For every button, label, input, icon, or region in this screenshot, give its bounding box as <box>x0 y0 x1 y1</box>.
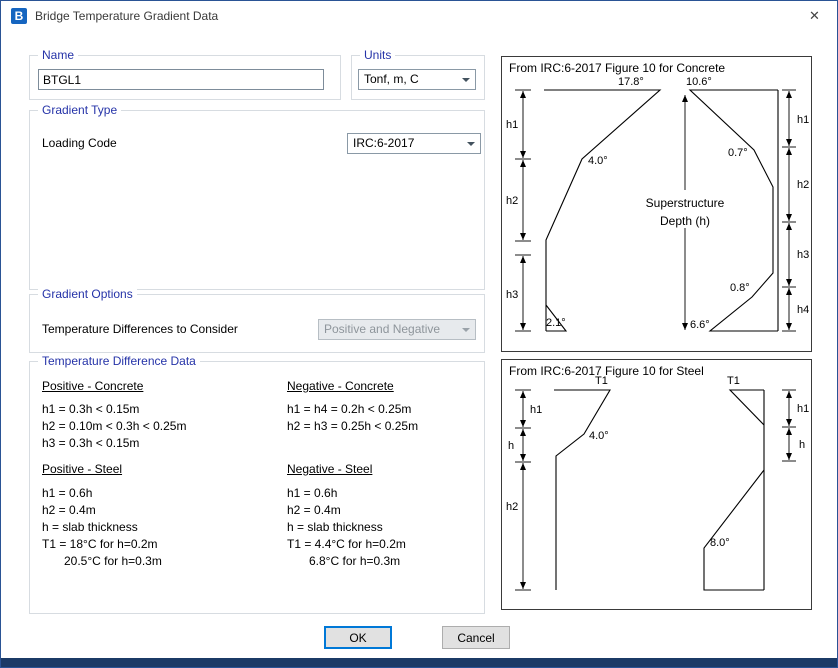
text-line: h2 = 0.4m <box>42 502 162 519</box>
units-dropdown-value: Tonf, m, C <box>364 72 419 86</box>
ok-button[interactable]: OK <box>324 626 392 649</box>
gradient-type-group-label: Gradient Type <box>38 103 121 117</box>
temp-label: 6.6° <box>690 319 710 331</box>
concrete-positive-profile <box>544 90 660 331</box>
center-label: Depth (h) <box>660 214 710 228</box>
steel-left-dimensions <box>515 390 531 590</box>
temp-label: T1 <box>727 375 740 387</box>
text-line: h2 = 0.4m <box>287 502 406 519</box>
dim-label: h1 <box>506 119 518 131</box>
temp-label: 0.7° <box>728 147 748 159</box>
negative-steel-heading: Negative - Steel <box>287 462 372 476</box>
chevron-down-icon <box>467 142 475 146</box>
dim-label: h3 <box>506 289 518 301</box>
steel-negative-profile <box>704 390 764 590</box>
temp-label: 4.0° <box>589 430 609 442</box>
concrete-right-dimensions <box>782 90 796 331</box>
text-line: T1 = 4.4°C for h=0.2m <box>287 536 406 553</box>
dim-label: h <box>508 440 514 452</box>
text-line: h2 = 0.10m < 0.3h < 0.25m <box>42 418 186 435</box>
text-line: h1 = h4 = 0.2h < 0.25m <box>287 401 418 418</box>
temp-label: 2.1° <box>546 317 566 329</box>
negative-steel-lines: h1 = 0.6h h2 = 0.4m h = slab thickness T… <box>287 485 406 570</box>
units-dropdown[interactable]: Tonf, m, C <box>358 69 476 90</box>
concrete-diagram-panel: From IRC:6-2017 Figure 10 for Concrete h… <box>501 56 812 352</box>
dim-label: h1 <box>797 403 809 415</box>
name-group: Name <box>29 55 341 100</box>
screenshot-stage: B Bridge Temperature Gradient Data ✕ Nam… <box>0 0 838 668</box>
loading-code-dropdown[interactable]: IRC:6-2017 <box>347 133 481 154</box>
temp-label: 8.0° <box>710 537 730 549</box>
text-line: 6.8°C for h=0.3m <box>287 553 406 570</box>
loading-code-dropdown-value: IRC:6-2017 <box>353 136 414 150</box>
negative-concrete-lines: h1 = h4 = 0.2h < 0.25m h2 = h3 = 0.25h <… <box>287 401 418 435</box>
text-line: h = slab thickness <box>42 519 162 536</box>
name-group-label: Name <box>38 48 78 62</box>
temp-label: T1 <box>595 375 608 387</box>
text-line: h1 = 0.3h < 0.15m <box>42 401 186 418</box>
text-line: h1 = 0.6h <box>287 485 406 502</box>
cancel-button[interactable]: Cancel <box>442 626 510 649</box>
title-bar: B Bridge Temperature Gradient Data ✕ <box>1 1 837 31</box>
units-group-label: Units <box>360 48 395 62</box>
gradient-options-group-label: Gradient Options <box>38 287 137 301</box>
steel-diagram: h1 h h2 T1 4.0° T1 8.0° <box>502 360 811 609</box>
concrete-diagram: h1 h2 h3 17.8° 4.0° 2.1° Superstructure … <box>502 57 811 351</box>
dim-label: h4 <box>797 304 809 316</box>
dim-label: h2 <box>506 501 518 513</box>
gradient-options-group: Gradient Options Temperature Differences… <box>29 294 485 353</box>
temperature-difference-data-group: Temperature Difference Data Positive - C… <box>29 361 485 614</box>
steel-positive-profile <box>554 390 610 590</box>
name-input[interactable] <box>38 69 324 90</box>
positive-concrete-heading: Positive - Concrete <box>42 379 143 393</box>
temp-label: 10.6° <box>686 76 712 88</box>
temp-differences-dropdown: Positive and Negative <box>318 319 476 340</box>
center-label: Superstructure <box>646 196 725 210</box>
steel-right-dimensions <box>782 390 796 461</box>
dim-label: h3 <box>797 249 809 261</box>
gradient-type-group: Gradient Type Loading Code IRC:6-2017 <box>29 110 485 290</box>
chevron-down-icon <box>462 78 470 82</box>
steel-diagram-panel: From IRC:6-2017 Figure 10 for Steel h1 h… <box>501 359 812 610</box>
dim-label: h2 <box>506 195 518 207</box>
temp-label: 17.8° <box>618 76 644 88</box>
positive-concrete-lines: h1 = 0.3h < 0.15m h2 = 0.10m < 0.3h < 0.… <box>42 401 186 452</box>
temp-differences-dropdown-value: Positive and Negative <box>324 322 440 336</box>
positive-steel-lines: h1 = 0.6h h2 = 0.4m h = slab thickness T… <box>42 485 162 570</box>
text-line: h = slab thickness <box>287 519 406 536</box>
text-line: T1 = 18°C for h=0.2m <box>42 536 162 553</box>
text-line: h3 = 0.3h < 0.15m <box>42 435 186 452</box>
concrete-negative-profile <box>690 90 778 331</box>
dim-label: h1 <box>530 404 542 416</box>
text-line: h1 = 0.6h <box>42 485 162 502</box>
negative-concrete-heading: Negative - Concrete <box>287 379 394 393</box>
text-line: 20.5°C for h=0.3m <box>42 553 162 570</box>
units-group: Units Tonf, m, C <box>351 55 485 100</box>
temp-label: 0.8° <box>730 282 750 294</box>
loading-code-label: Loading Code <box>42 136 117 150</box>
dim-label: h2 <box>797 179 809 191</box>
dim-label: h <box>799 439 805 451</box>
window-title: Bridge Temperature Gradient Data <box>35 9 218 23</box>
temperature-difference-data-group-label: Temperature Difference Data <box>38 354 200 368</box>
app-icon: B <box>11 8 27 24</box>
text-line: h2 = h3 = 0.25h < 0.25m <box>287 418 418 435</box>
chevron-down-icon <box>462 328 470 332</box>
temp-label: 4.0° <box>588 155 608 167</box>
temp-differences-label: Temperature Differences to Consider <box>42 322 238 336</box>
dim-label: h1 <box>797 114 809 126</box>
dialog-window: B Bridge Temperature Gradient Data ✕ Nam… <box>0 0 838 668</box>
close-button[interactable]: ✕ <box>792 1 837 31</box>
positive-steel-heading: Positive - Steel <box>42 462 122 476</box>
window-bottom-bar <box>1 658 837 667</box>
